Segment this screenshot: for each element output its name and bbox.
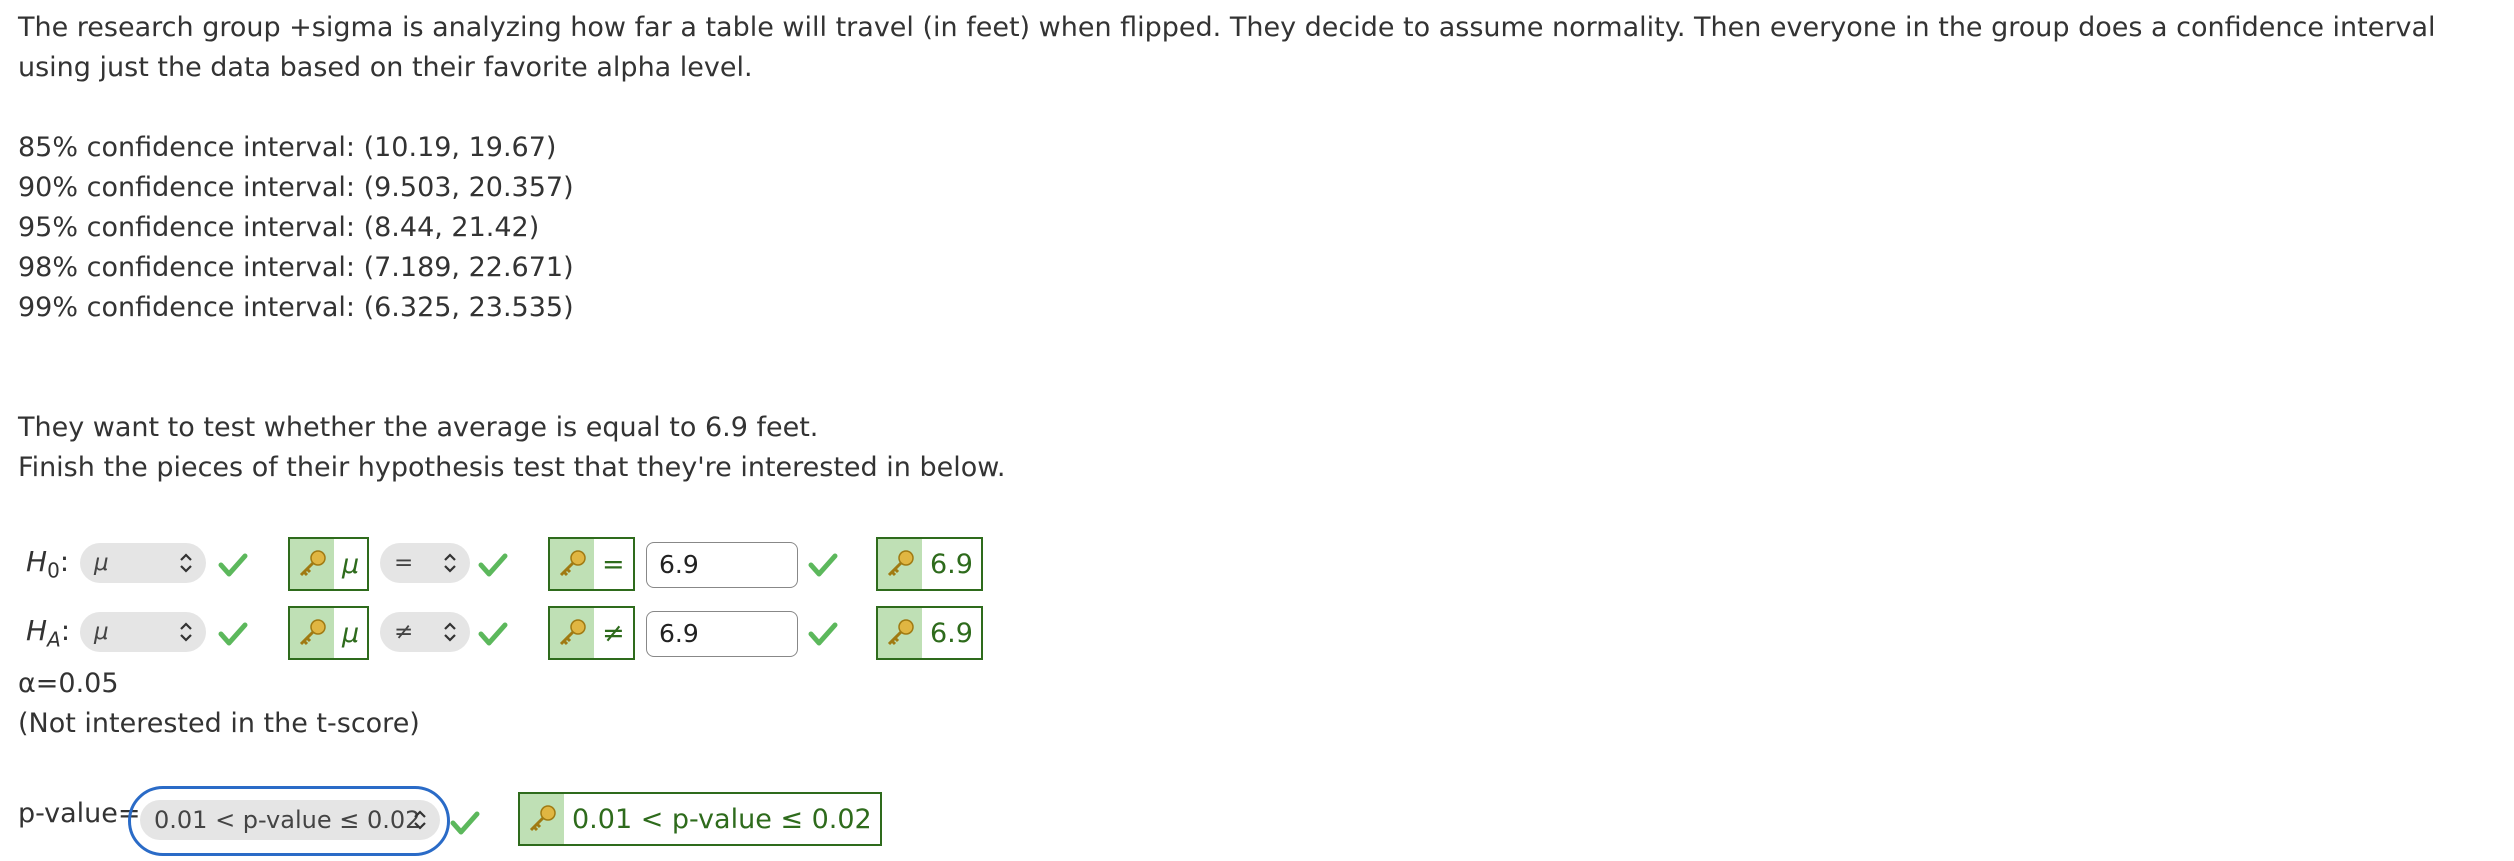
ha-parameter-select[interactable]: μ <box>80 612 206 652</box>
key-icon <box>290 539 334 589</box>
p-value-select[interactable]: 0.01 < p-value ≤ 0.02 <box>140 800 440 840</box>
updown-chevron-icon <box>180 622 192 642</box>
ha-operator-select[interactable]: ≠ <box>380 612 470 652</box>
p-value-answer-key: 0.01 < p-value ≤ 0.02 <box>518 792 882 846</box>
question-line-1: They want to test whether the average is… <box>18 412 819 443</box>
problem-intro: The research group +sigma is analyzing h… <box>18 12 2436 83</box>
alpha-level: α=0.05 <box>18 668 119 699</box>
updown-chevron-icon <box>414 810 426 830</box>
key-icon <box>550 608 594 658</box>
key-icon <box>550 539 594 589</box>
updown-chevron-icon <box>180 553 192 573</box>
updown-chevron-icon <box>444 622 456 642</box>
question-text: They want to test whether the average is… <box>18 408 1005 488</box>
ci-85: 85% confidence interval: (10.19, 19.67) <box>18 132 557 163</box>
h0-parameter-select[interactable]: μ <box>80 543 206 583</box>
confidence-interval-list: 85% confidence interval: (10.19, 19.67) … <box>18 128 574 328</box>
ha-value-input[interactable]: 6.9 <box>646 611 798 657</box>
h0-operator-answer-key: = <box>548 537 635 591</box>
h0-label: H0: <box>26 545 70 583</box>
p-value-label: p-value= <box>18 798 141 829</box>
key-icon <box>878 608 922 658</box>
ha-value-answer-key: 6.9 <box>876 606 983 660</box>
h0-operator-check-icon <box>478 553 508 577</box>
updown-chevron-icon <box>444 553 456 573</box>
ci-98: 98% confidence interval: (7.189, 22.671) <box>18 252 574 283</box>
ha-operator-check-icon <box>478 622 508 646</box>
null-hypothesis-row: H0: μ μ = = 6.9 6.9 <box>18 533 1218 593</box>
ha-label: HA: <box>26 614 71 652</box>
key-icon <box>290 608 334 658</box>
h0-operator-select[interactable]: = <box>380 543 470 583</box>
ha-param-answer-key: μ <box>288 606 370 660</box>
ha-operator-answer-key: ≠ <box>548 606 635 660</box>
ci-90: 90% confidence interval: (9.503, 20.357) <box>18 172 574 203</box>
ci-95: 95% confidence interval: (8.44, 21.42) <box>18 212 540 243</box>
page: The research group +sigma is analyzing h… <box>0 0 2514 861</box>
p-value-check-icon <box>450 811 480 835</box>
h0-value-input[interactable]: 6.9 <box>646 542 798 588</box>
key-icon <box>520 794 564 844</box>
not-interested-note: (Not interested in the t-score) <box>18 708 420 739</box>
p-value-row: p-value= 0.01 < p-value ≤ 0.02 0.01 < p-… <box>18 786 1218 856</box>
h0-param-check-icon <box>218 553 248 577</box>
h0-param-answer-key: μ <box>288 537 370 591</box>
h0-value-answer-key: 6.9 <box>876 537 983 591</box>
ha-value-check-icon <box>808 622 838 646</box>
h0-value-check-icon <box>808 553 838 577</box>
ci-99: 99% confidence interval: (6.325, 23.535) <box>18 292 574 323</box>
ha-param-check-icon <box>218 622 248 646</box>
alternative-hypothesis-row: HA: μ μ ≠ ≠ 6.9 6.9 <box>18 602 1218 662</box>
question-line-2: Finish the pieces of their hypothesis te… <box>18 452 1006 483</box>
key-icon <box>878 539 922 589</box>
